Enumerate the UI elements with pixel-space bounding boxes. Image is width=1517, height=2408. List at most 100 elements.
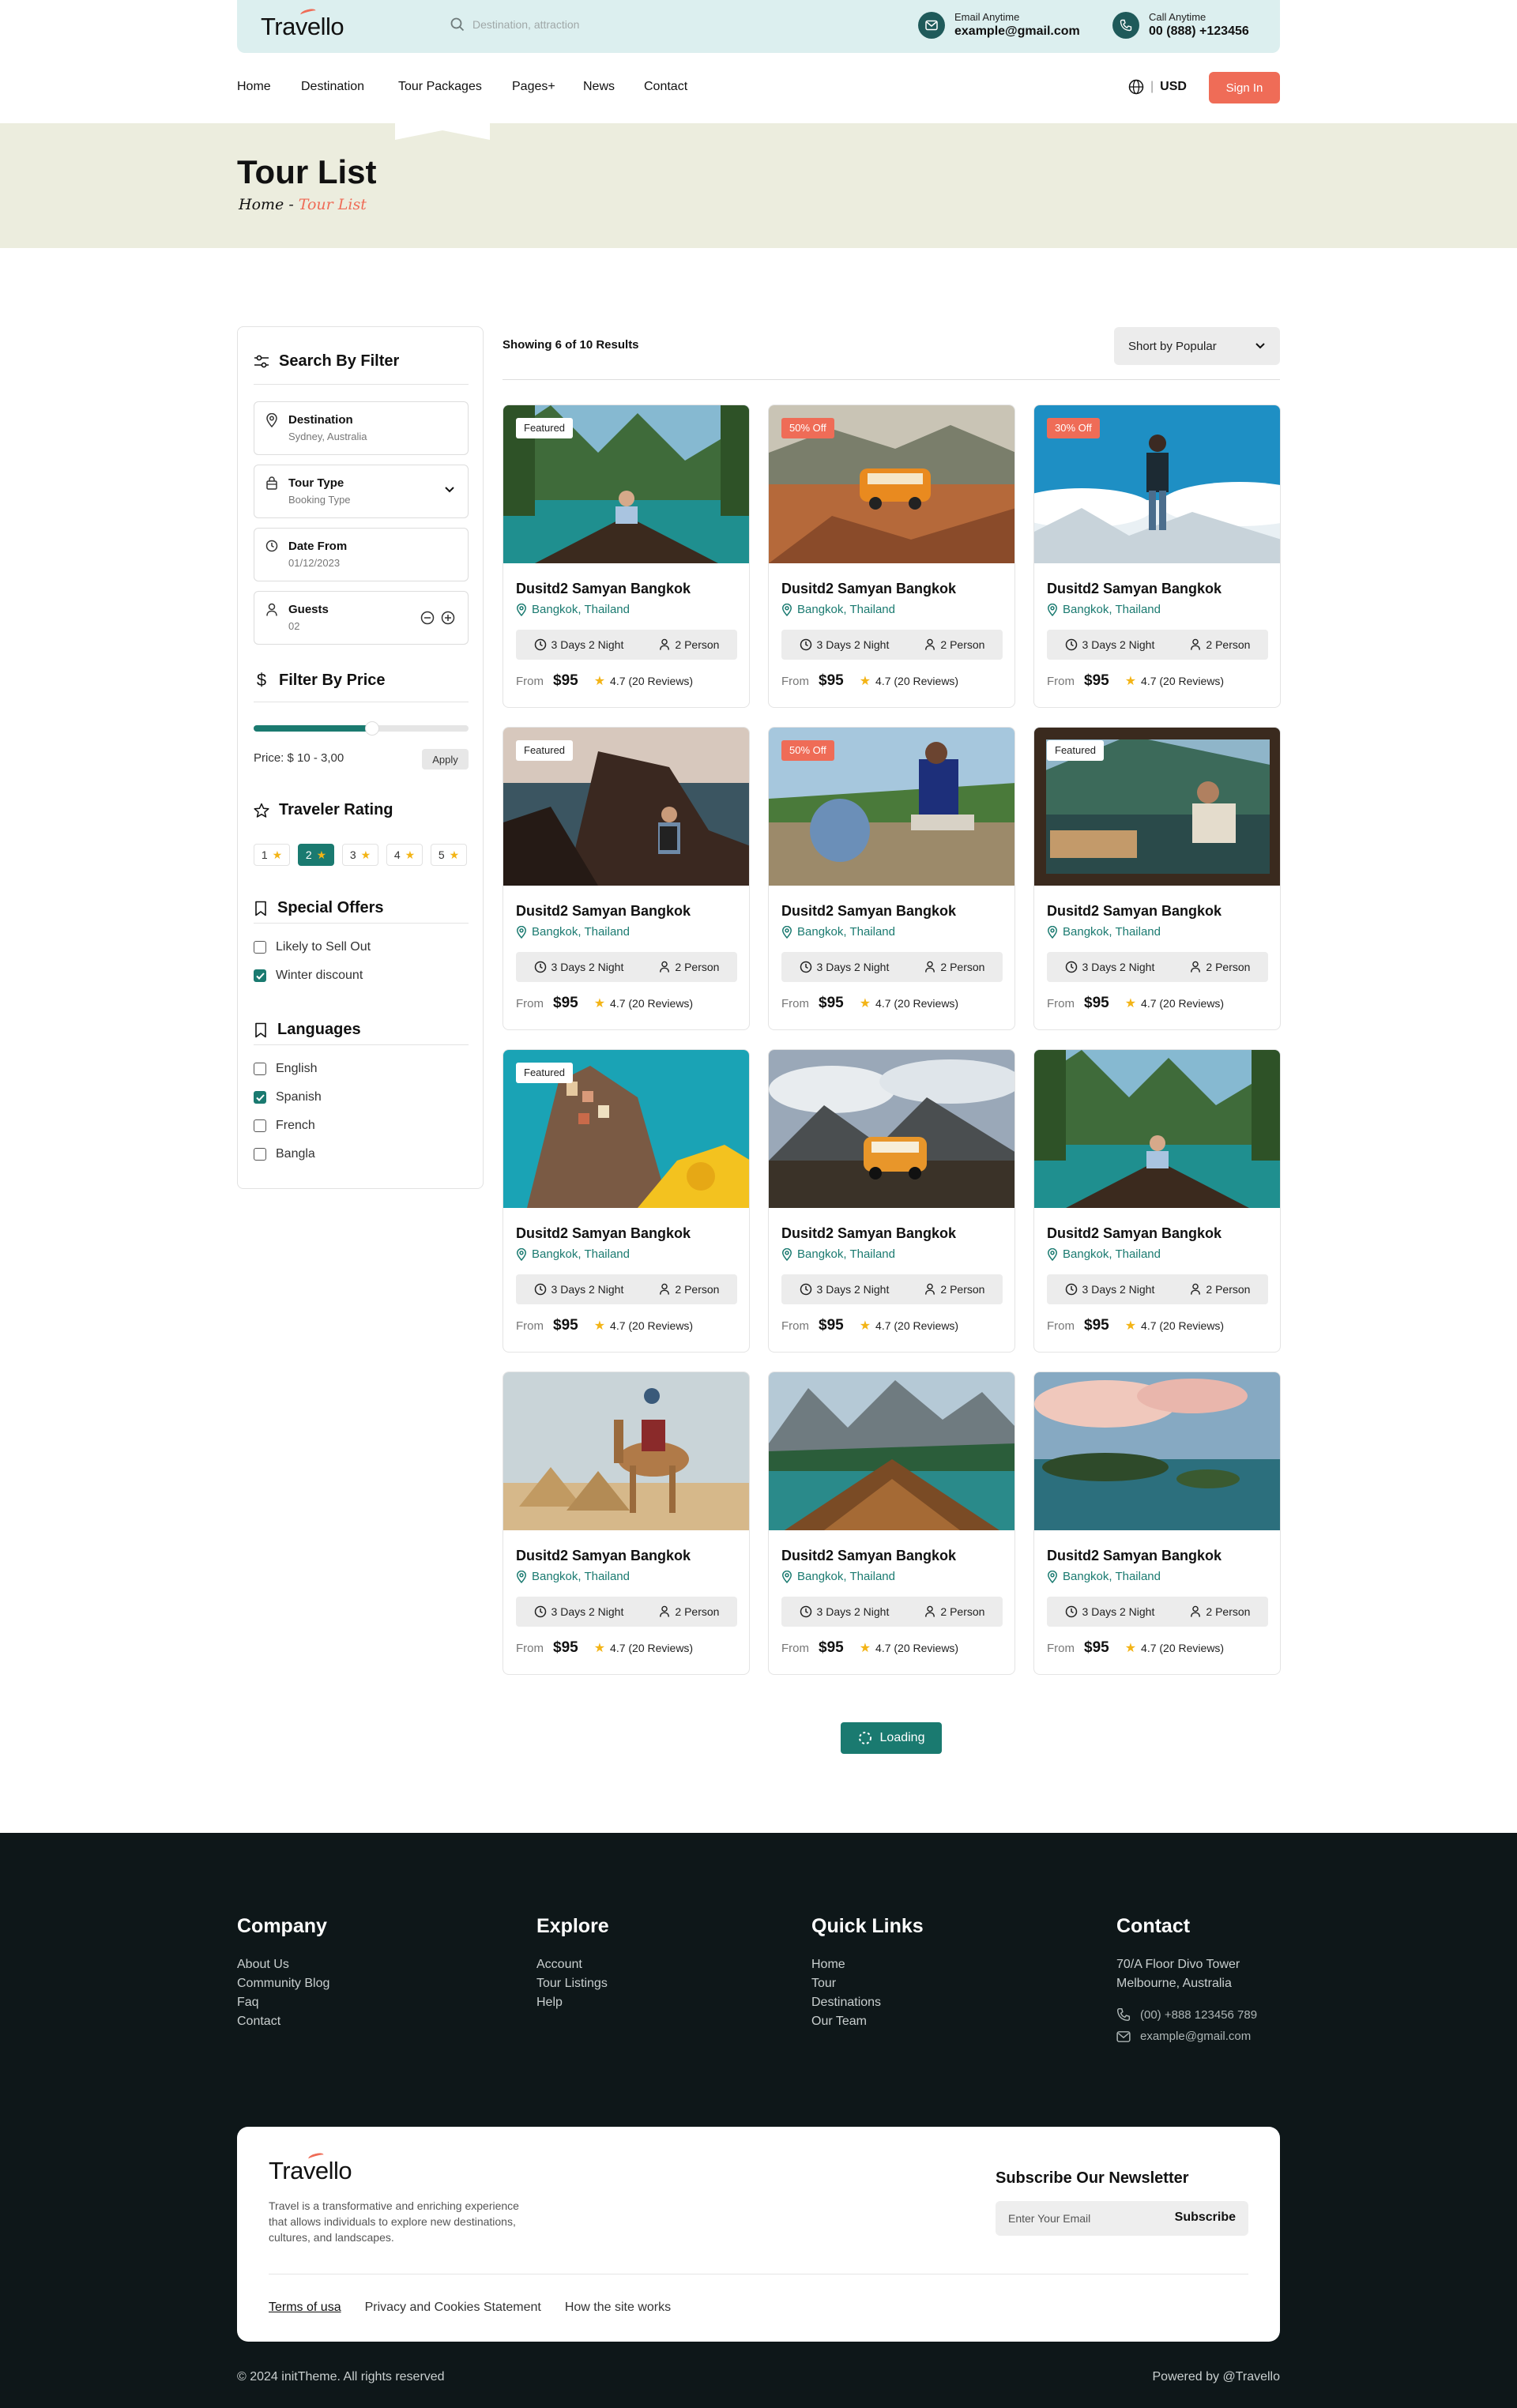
call-contact[interactable]: Call Anytime 00 (888) +123456 <box>1112 11 1249 40</box>
tour-title[interactable]: Dusitd2 Samyan Bangkok <box>781 903 956 920</box>
header-search[interactable]: Destination, attraction <box>450 17 579 32</box>
sign-in-button[interactable]: Sign In <box>1209 72 1280 103</box>
logo[interactable]: Travello <box>261 7 344 41</box>
call-value: 00 (888) +123456 <box>1149 24 1249 38</box>
checkbox-checked[interactable] <box>254 1091 266 1104</box>
tour-title[interactable]: Dusitd2 Samyan Bangkok <box>1047 1548 1222 1564</box>
nav-pages[interactable]: Pages+ <box>512 80 555 94</box>
tour-title[interactable]: Dusitd2 Samyan Bangkok <box>781 581 956 597</box>
nav-home[interactable]: Home <box>237 80 271 94</box>
offer-option[interactable]: Likely to Sell Out <box>254 940 371 954</box>
offer-option[interactable]: Winter discount <box>254 969 363 983</box>
rating-option-4[interactable]: 4 ★ <box>386 844 423 866</box>
date-from-field[interactable]: Date From 01/12/2023 <box>254 528 469 581</box>
tour-image[interactable] <box>1034 1372 1281 1530</box>
tour-title[interactable]: Dusitd2 Samyan Bangkok <box>1047 581 1222 597</box>
footer-link[interactable]: Help <box>536 1993 609 2012</box>
subscribe-button[interactable]: Subscribe <box>1175 2210 1236 2225</box>
destination-field[interactable]: Destination Sydney, Australia <box>254 401 469 455</box>
language-option[interactable]: English <box>254 1062 317 1076</box>
rating-option-3[interactable]: 3 ★ <box>342 844 378 866</box>
price-slider-handle[interactable] <box>364 721 379 736</box>
tour-price-row: From $95 ★ 4.7 (20 Reviews) <box>781 1317 958 1334</box>
tour-type-select[interactable]: Tour Type Booking Type <box>254 465 469 518</box>
rating-option-label: 2 <box>305 848 312 861</box>
tour-card[interactable]: 30% Off Dusitd2 Samyan Bangkok Bangkok, … <box>1033 404 1281 708</box>
language-option[interactable]: Spanish <box>254 1090 322 1104</box>
tour-card[interactable]: 50% Off Dusitd2 Samyan Bangkok Bangkok, … <box>768 404 1015 708</box>
plus-circle-icon[interactable] <box>441 611 455 625</box>
footer-link[interactable]: Destinations <box>811 1993 924 2012</box>
tour-image[interactable] <box>769 1372 1015 1530</box>
footer-phone[interactable]: (00) +888 123456 789 <box>1116 2007 1257 2022</box>
load-more-button[interactable]: Loading <box>841 1722 942 1754</box>
footer-link[interactable]: Tour Listings <box>536 1974 609 1993</box>
tour-image[interactable] <box>769 1050 1015 1208</box>
checkbox[interactable] <box>254 941 266 954</box>
tour-card[interactable]: 50% Off Dusitd2 Samyan Bangkok Bangkok, … <box>768 727 1015 1030</box>
checkbox-checked[interactable] <box>254 969 266 982</box>
clock-icon <box>265 540 278 552</box>
tour-title[interactable]: Dusitd2 Samyan Bangkok <box>516 581 691 597</box>
footer-link[interactable]: Community Blog <box>237 1974 329 1993</box>
tour-card[interactable]: Featured Dusitd2 Samyan Bangkok Bangkok,… <box>503 1049 750 1353</box>
tour-card[interactable]: Dusitd2 Samyan Bangkok Bangkok, Thailand… <box>768 1049 1015 1353</box>
footer-link[interactable]: Tour <box>811 1974 924 1993</box>
price-slider[interactable] <box>254 721 469 736</box>
tour-title[interactable]: Dusitd2 Samyan Bangkok <box>781 1225 956 1242</box>
tour-card[interactable]: Featured Dusitd2 Samyan Bangkok Bangkok,… <box>1033 727 1281 1030</box>
tour-card[interactable]: Featured Dusitd2 Samyan Bangkok Bangkok,… <box>503 727 750 1030</box>
bookmark-icon <box>255 901 266 916</box>
tour-title[interactable]: Dusitd2 Samyan Bangkok <box>516 1225 691 1242</box>
rating-option-1[interactable]: 1 ★ <box>254 844 290 866</box>
tour-title[interactable]: Dusitd2 Samyan Bangkok <box>516 1548 691 1564</box>
minus-circle-icon[interactable] <box>420 611 435 625</box>
tour-rating-label: 4.7 (20 Reviews) <box>875 675 959 687</box>
nav-contact[interactable]: Contact <box>644 80 687 94</box>
language-option[interactable]: French <box>254 1119 315 1133</box>
tour-title[interactable]: Dusitd2 Samyan Bangkok <box>1047 903 1222 920</box>
newsletter-email-input[interactable]: Enter Your Email <box>1008 2212 1090 2225</box>
sort-select[interactable]: Short by Popular <box>1114 327 1280 365</box>
rating-option-2[interactable]: 2 ★ <box>298 844 334 866</box>
checkbox[interactable] <box>254 1063 266 1075</box>
footer-email[interactable]: example@gmail.com <box>1116 2030 1257 2043</box>
footer-logo[interactable]: Travello <box>269 2151 352 2185</box>
currency-selector[interactable]: | USD <box>1128 79 1187 95</box>
legal-link-privacy[interactable]: Privacy and Cookies Statement <box>365 2301 541 2315</box>
footer-quick-links: Quick Links Home Tour Destinations Our T… <box>811 1915 924 2031</box>
apply-button[interactable]: Apply <box>422 749 469 769</box>
nav-destination[interactable]: Destination <box>301 80 364 94</box>
email-contact[interactable]: Email Anytime example@gmail.com <box>918 11 1080 40</box>
tour-duration-label: 3 Days 2 Night <box>551 1605 624 1618</box>
checkbox[interactable] <box>254 1119 266 1132</box>
tour-title[interactable]: Dusitd2 Samyan Bangkok <box>1047 1225 1222 1242</box>
tour-card[interactable]: Featured Dusitd2 Samyan Bangkok Bangkok,… <box>503 404 750 708</box>
tour-card[interactable]: Dusitd2 Samyan Bangkok Bangkok, Thailand… <box>503 1371 750 1675</box>
footer-link[interactable]: Account <box>536 1955 609 1974</box>
guests-field[interactable]: Guests 02 <box>254 591 469 645</box>
rating-option-5[interactable]: 5 ★ <box>431 844 467 866</box>
tour-title[interactable]: Dusitd2 Samyan Bangkok <box>516 903 691 920</box>
checkbox[interactable] <box>254 1148 266 1161</box>
footer-link[interactable]: Faq <box>237 1993 329 2012</box>
footer-link[interactable]: Our Team <box>811 2012 924 2031</box>
tour-image[interactable] <box>1034 1050 1281 1208</box>
tour-card[interactable]: Dusitd2 Samyan Bangkok Bangkok, Thailand… <box>768 1371 1015 1675</box>
tour-card[interactable]: Dusitd2 Samyan Bangkok Bangkok, Thailand… <box>1033 1371 1281 1675</box>
powered-by[interactable]: Powered by @Travello <box>1153 2370 1281 2384</box>
footer-link[interactable]: Contact <box>237 2012 329 2031</box>
nav-tour-packages[interactable]: Tour Packages <box>398 80 482 94</box>
tour-image[interactable] <box>503 1372 750 1530</box>
divider <box>254 1044 469 1045</box>
tour-title[interactable]: Dusitd2 Samyan Bangkok <box>781 1548 956 1564</box>
breadcrumb-home[interactable]: Home <box>239 196 284 213</box>
footer-link[interactable]: About Us <box>237 1955 329 1974</box>
tour-duration-label: 3 Days 2 Night <box>816 961 890 973</box>
legal-link-how[interactable]: How the site works <box>565 2301 671 2315</box>
tour-card[interactable]: Dusitd2 Samyan Bangkok Bangkok, Thailand… <box>1033 1049 1281 1353</box>
legal-link-terms[interactable]: Terms of usa <box>269 2301 341 2315</box>
footer-link[interactable]: Home <box>811 1955 924 1974</box>
language-option[interactable]: Bangla <box>254 1147 315 1161</box>
nav-news[interactable]: News <box>583 80 615 94</box>
